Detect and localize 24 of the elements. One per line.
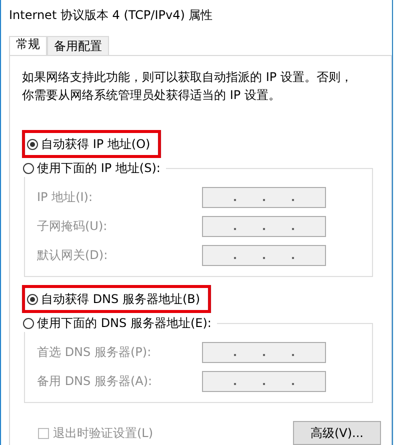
ip-address-field[interactable] [202,342,326,363]
ip-address-field[interactable] [202,187,326,208]
field-label: IP 地址(I): [37,189,93,206]
checkbox-label: 退出时验证设置(L) [53,424,154,442]
field-label: 子网掩码(U): [37,218,108,235]
field-label: 首选 DNS 服务器(P): [37,344,152,361]
ip-address-field[interactable] [202,216,326,237]
field-label: 备用 DNS 服务器(A): [37,373,152,390]
window-title: Internet 协议版本 4 (TCP/IPv4) 属性 [9,6,213,24]
radio-button[interactable] [23,162,34,174]
radio-label: 自动获得 IP 地址(O) [41,136,150,152]
radio-button[interactable] [23,318,34,328]
radio-button[interactable] [27,294,38,304]
radio-option[interactable]: 自动获得 IP 地址(O) [27,135,150,153]
ip-address-field[interactable] [202,371,326,392]
tab[interactable]: 常规 [9,36,47,55]
advanced-button[interactable]: 高级(V)... [293,421,381,445]
description-text: 如果网络支持此功能，则可以获取自动指派的 IP 设置。否则，你需要从网络系统管理员处获得适当的 IP 设置。 [22,69,354,104]
radio-option[interactable]: 使用下面的 IP 地址(S): [23,159,160,177]
radio-button[interactable] [27,138,38,150]
radio-label: 使用下面的 IP 地址(S): [37,160,160,176]
field-label: 默认网关(D): [37,247,108,264]
ip-address-field[interactable] [202,245,326,266]
tab[interactable]: 备用配置 [47,36,109,55]
